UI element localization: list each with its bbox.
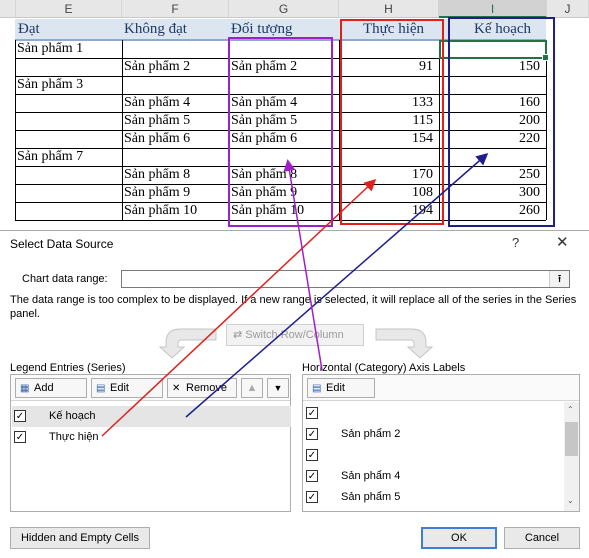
axis-label-text: Sản phẩm 5 xyxy=(341,491,401,503)
axis-label-checkbox[interactable]: ✓ xyxy=(306,449,318,461)
table-cell-f[interactable]: Sản phẩm 5 xyxy=(124,112,229,130)
header-dat[interactable]: Đạt xyxy=(18,19,40,39)
table-cell-f[interactable]: Sản phẩm 10 xyxy=(124,202,229,220)
cancel-button[interactable]: Cancel xyxy=(504,527,580,549)
column-header-g[interactable]: G xyxy=(229,0,339,18)
legend-entries-title: Legend Entries (Series) xyxy=(10,362,126,374)
remove-icon: ✕ xyxy=(172,383,181,394)
chart-data-range-label: Chart data range: xyxy=(22,273,108,285)
help-icon[interactable]: ? xyxy=(512,235,519,250)
purple-highlight-box xyxy=(228,37,333,227)
edit-icon: ▤ xyxy=(312,383,322,394)
table-cell-e[interactable] xyxy=(17,94,122,112)
navy-highlight-box xyxy=(448,17,555,227)
series-checkbox[interactable]: ✓ xyxy=(14,431,26,443)
axis-list-scrollbar[interactable]: ⌃ ⌄ xyxy=(564,402,579,511)
close-icon[interactable]: ✕ xyxy=(556,233,569,251)
column-border xyxy=(122,40,123,220)
remove-series-button[interactable]: ✕ Remove xyxy=(167,378,237,398)
table-cell-f[interactable]: Sản phẩm 6 xyxy=(124,130,229,148)
axis-label-checkbox[interactable]: ✓ xyxy=(306,407,318,419)
add-icon: ▦ xyxy=(20,383,30,394)
axis-label-checkbox[interactable]: ✓ xyxy=(306,470,318,482)
table-cell-f[interactable] xyxy=(124,40,229,58)
header-khong-dat[interactable]: Không đạt xyxy=(124,19,187,39)
axis-label-item[interactable]: ✓ Sản phẩm 5 xyxy=(304,487,562,508)
legend-entries-panel: ▦ Add ▤ Edit ✕ Remove ▲ ▼ ✓ Kế hoạch ✓ Thực… xyxy=(10,374,291,512)
series-label: Kế hoạch xyxy=(49,410,96,422)
series-label: Thực hiện xyxy=(49,431,99,443)
column-header-h[interactable]: H xyxy=(339,0,439,18)
table-cell-e[interactable] xyxy=(17,202,122,220)
ok-button[interactable]: OK xyxy=(421,527,497,549)
table-cell-f[interactable]: Sản phẩm 2 xyxy=(124,58,229,76)
scroll-thumb[interactable] xyxy=(565,422,578,456)
switch-right-arrow-icon xyxy=(375,328,434,359)
header-doi-tuong[interactable]: Đối tượng xyxy=(231,19,292,39)
spreadsheet: E F G H I J Đạt Không đạt Đối tượng Thực… xyxy=(0,0,589,230)
edit-axis-labels-button[interactable]: ▤ Edit xyxy=(307,378,375,398)
switch-left-arrow-icon xyxy=(158,328,217,359)
corner-header[interactable] xyxy=(0,0,16,18)
axis-label-checkbox[interactable]: ✓ xyxy=(306,428,318,440)
red-highlight-box xyxy=(340,19,444,225)
axis-labels-title: Horizontal (Category) Axis Labels xyxy=(302,362,466,374)
table-cell-e[interactable] xyxy=(17,184,122,202)
add-series-button[interactable]: ▦ Add xyxy=(15,378,87,398)
axis-labels-panel: ▤ Edit ✓ ✓ Sản phẩm 2 ✓ ✓ Sản phẩm 4 ✓ Sản phẩm … xyxy=(302,374,580,512)
table-cell-f[interactable]: Sản phẩm 8 xyxy=(124,166,229,184)
table-cell-f[interactable]: Sản phẩm 9 xyxy=(124,184,229,202)
column-header-f[interactable]: F xyxy=(122,0,229,18)
table-cell-e[interactable] xyxy=(17,130,122,148)
scroll-down-icon[interactable]: ⌄ xyxy=(567,496,574,505)
range-message: The data range is too complex to be disp… xyxy=(10,294,577,320)
axis-label-item[interactable]: ✓ Sản phẩm 2 xyxy=(304,424,562,445)
table-cell-e[interactable]: Sản phẩm 1 xyxy=(17,40,122,58)
legend-toolbar: ▦ Add ▤ Edit ✕ Remove ▲ ▼ xyxy=(11,375,290,401)
select-data-source-dialog: Select Data Source ? ✕ Chart data range:… xyxy=(0,230,589,558)
dialog-title: Select Data Source xyxy=(10,237,114,251)
series-checkbox[interactable]: ✓ xyxy=(14,410,26,422)
column-header-e[interactable]: E xyxy=(16,0,122,18)
move-down-button[interactable]: ▼ xyxy=(267,378,289,398)
axis-label-item[interactable]: ✓ xyxy=(304,403,562,424)
edit-series-button[interactable]: ▤ Edit xyxy=(91,378,163,398)
column-border xyxy=(15,40,16,220)
move-up-button[interactable]: ▲ xyxy=(241,378,263,398)
table-cell-f[interactable] xyxy=(124,76,229,94)
series-item-thuc-hien[interactable]: ✓ Thực hiện xyxy=(12,427,291,448)
table-cell-e[interactable] xyxy=(17,58,122,76)
table-cell-e[interactable] xyxy=(17,166,122,184)
axis-toolbar: ▤ Edit xyxy=(303,375,579,401)
axis-label-item[interactable]: ✓ xyxy=(304,445,562,466)
axis-label-checkbox[interactable]: ✓ xyxy=(306,491,318,503)
switch-row-column-button[interactable]: ⇄ Switch Row/Column xyxy=(226,324,364,346)
axis-label-text: Sản phẩm 4 xyxy=(341,470,401,482)
column-header-j[interactable]: J xyxy=(547,0,589,18)
axis-label-text: Sản phẩm 2 xyxy=(341,428,401,440)
table-cell-e[interactable]: Sản phẩm 7 xyxy=(17,148,122,166)
axis-label-item[interactable]: ✓ Sản phẩm 4 xyxy=(304,466,562,487)
series-item-ke-hoach[interactable]: ✓ Kế hoạch xyxy=(12,406,291,427)
table-cell-e[interactable] xyxy=(17,112,122,130)
table-cell-f[interactable] xyxy=(124,148,229,166)
scroll-up-icon[interactable]: ⌃ xyxy=(567,405,574,414)
hidden-empty-cells-button[interactable]: Hidden and Empty Cells xyxy=(10,527,150,549)
chart-data-range-input[interactable] xyxy=(121,270,570,288)
column-header-i[interactable]: I xyxy=(439,0,547,18)
edit-icon: ▤ xyxy=(96,383,106,394)
table-cell-e[interactable]: Sản phẩm 3 xyxy=(17,76,122,94)
table-cell-f[interactable]: Sản phẩm 4 xyxy=(124,94,229,112)
collapse-dialog-icon[interactable]: ⭱ xyxy=(549,271,569,287)
